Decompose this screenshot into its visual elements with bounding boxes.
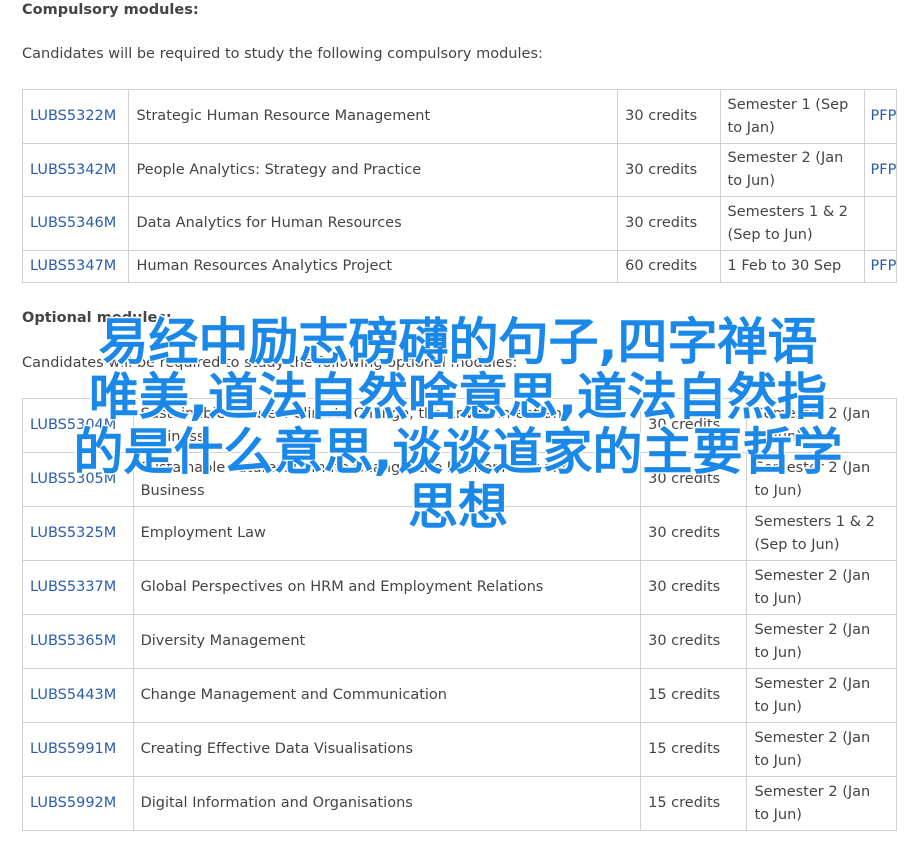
overlay-line: 易经中励志磅礴的句子,四字禅语 bbox=[97, 313, 819, 371]
compulsory-intro: Candidates will be required to study the… bbox=[22, 46, 543, 62]
compulsory-modules-table: LUBS5322M Strategic Human Resource Manag… bbox=[21, 89, 898, 283]
module-credits: 15 credits bbox=[640, 722, 748, 777]
module-code-link[interactable]: LUBS5443M bbox=[30, 687, 116, 703]
module-title: Data Analytics for Human Resources bbox=[128, 196, 619, 251]
module-code-link[interactable]: LUBS5342M bbox=[30, 162, 116, 178]
module-title: Global Perspectives on HRM and Employmen… bbox=[132, 560, 642, 615]
module-semester: Semester 2 (Jan to Jun) bbox=[746, 560, 897, 615]
module-code-link[interactable]: LUBS5322M bbox=[30, 108, 116, 124]
pfp-cell-empty bbox=[863, 196, 898, 251]
module-semester: 1 Feb to 30 Sep bbox=[719, 250, 865, 283]
pfp-link[interactable]: PFP bbox=[871, 258, 897, 274]
overlay-line: 唯美,道法自然啥意思,道法自然指 bbox=[88, 368, 829, 426]
overlay-line: 的是什么意思,谈谈道家的主要哲学 bbox=[72, 423, 844, 481]
pfp-link[interactable]: PFP bbox=[871, 162, 897, 178]
module-semester: Semester 2 (Jan to Jun) bbox=[746, 776, 897, 831]
overlay-banner-text: 易经中励志磅礴的句子,四字禅语 唯美,道法自然啥意思,道法自然指 的是什么意思,… bbox=[0, 313, 916, 536]
module-code-link[interactable]: LUBS5992M bbox=[30, 795, 116, 811]
overlay-line: 思想 bbox=[407, 478, 510, 536]
module-credits: 15 credits bbox=[640, 776, 748, 831]
module-code-link[interactable]: LUBS5991M bbox=[30, 741, 116, 757]
module-semester: Semester 2 (Jan to Jun) bbox=[746, 614, 897, 669]
table-row: LUBS5443M Change Management and Communic… bbox=[22, 668, 897, 723]
module-credits: 15 credits bbox=[640, 668, 748, 723]
table-row: LUBS5347M Human Resources Analytics Proj… bbox=[21, 250, 898, 283]
module-code-link[interactable]: LUBS5347M bbox=[30, 258, 116, 274]
module-semester: Semester 2 (Jan to Jun) bbox=[746, 722, 897, 777]
module-semester: Semester 2 (Jan to Jun) bbox=[746, 668, 897, 723]
module-title: Diversity Management bbox=[132, 614, 642, 669]
module-title: Digital Information and Organisations bbox=[132, 776, 642, 831]
module-title: Strategic Human Resource Management bbox=[128, 89, 619, 144]
module-title: Creating Effective Data Visualisations bbox=[132, 722, 642, 777]
module-credits: 30 credits bbox=[617, 143, 721, 197]
module-semester: Semester 2 (Jan to Jun) bbox=[719, 143, 865, 197]
pfp-link[interactable]: PFP bbox=[871, 108, 897, 124]
module-title: People Analytics: Strategy and Practice bbox=[128, 143, 619, 197]
module-credits: 30 credits bbox=[640, 614, 748, 669]
module-semester: Semesters 1 & 2 (Sep to Jun) bbox=[719, 196, 865, 251]
table-row: LUBS5365M Diversity Management 30 credit… bbox=[22, 614, 897, 669]
module-title: Change Management and Communication bbox=[132, 668, 642, 723]
table-row: LUBS5342M People Analytics: Strategy and… bbox=[21, 143, 898, 197]
compulsory-heading: Compulsory modules: bbox=[22, 2, 199, 18]
module-code-link[interactable]: LUBS5337M bbox=[30, 579, 116, 595]
module-credits: 60 credits bbox=[617, 250, 721, 283]
module-code-link[interactable]: LUBS5365M bbox=[30, 633, 116, 649]
module-code-link[interactable]: LUBS5346M bbox=[30, 215, 116, 231]
table-row: LUBS5322M Strategic Human Resource Manag… bbox=[21, 89, 898, 144]
table-row: LUBS5992M Digital Information and Organi… bbox=[22, 776, 897, 831]
table-row: LUBS5991M Creating Effective Data Visual… bbox=[22, 722, 897, 777]
table-row: LUBS5346M Data Analytics for Human Resou… bbox=[21, 196, 898, 251]
module-semester: Semester 1 (Sep to Jan) bbox=[719, 89, 865, 144]
module-credits: 30 credits bbox=[640, 560, 748, 615]
module-credits: 30 credits bbox=[617, 89, 721, 144]
table-row: LUBS5337M Global Perspectives on HRM and… bbox=[22, 560, 897, 615]
module-title: Human Resources Analytics Project bbox=[128, 250, 619, 283]
module-credits: 30 credits bbox=[617, 196, 721, 251]
